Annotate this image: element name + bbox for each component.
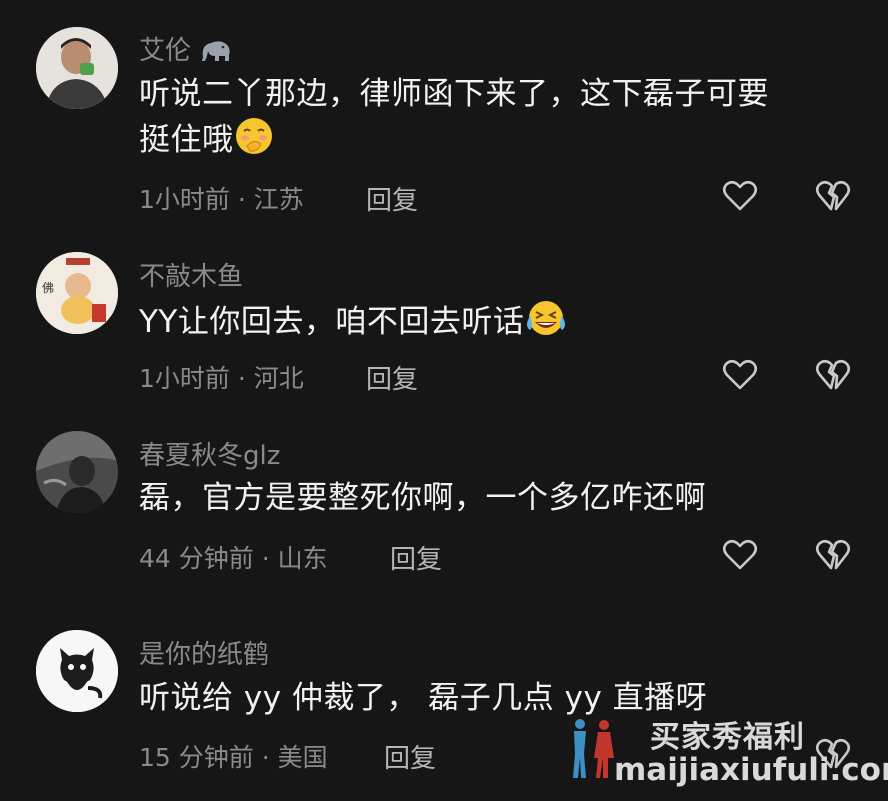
comment-text-line: 挺住哦 <box>139 122 234 158</box>
like-button[interactable] <box>722 538 758 572</box>
dislike-button[interactable] <box>815 538 851 572</box>
reply-button[interactable]: 回复 <box>390 539 442 576</box>
watermark-title: 买家秀福利 <box>650 720 805 755</box>
location: 河北 <box>253 364 304 393</box>
broken-heart-icon <box>815 359 851 390</box>
watermark-url: maijiaxiufuli.com <box>614 752 888 788</box>
reply-button[interactable]: 回复 <box>366 359 418 396</box>
reply-button[interactable]: 回复 <box>384 738 436 775</box>
comment-text[interactable]: 听说二丫那边，律师函下来了，这下磊子可要 挺住哦 <box>139 72 839 168</box>
comment-meta: 1小时前 · 河北 <box>139 364 304 393</box>
comment-text-line: 磊，官方是要整死你啊，一个多亿咋还啊 <box>139 480 706 516</box>
timestamp: 1小时前 <box>139 185 230 214</box>
avatar[interactable]: 佛 <box>36 252 118 334</box>
comment-text-line: YY让你回去，咱不回去听话 <box>139 304 525 340</box>
username[interactable]: 不敲木鱼 <box>139 256 243 293</box>
heart-icon <box>722 359 758 390</box>
timestamp: 15 分钟前 <box>139 743 254 772</box>
username[interactable]: 是你的纸鹤 <box>139 634 269 671</box>
comment-meta: 44 分钟前 · 山东 <box>139 544 328 573</box>
svg-text:佛: 佛 <box>42 281 54 295</box>
dislike-button[interactable] <box>815 179 851 213</box>
comment-text-line: 听说二丫那边，律师函下来了，这下磊子可要 <box>139 76 769 112</box>
broken-heart-icon <box>815 180 851 211</box>
comment-text[interactable]: 磊，官方是要整死你啊，一个多亿咋还啊 <box>139 476 839 520</box>
timestamp: 1小时前 <box>139 364 230 393</box>
comment-meta: 1小时前 · 江苏 <box>139 185 304 214</box>
dislike-button[interactable] <box>815 358 851 392</box>
comment-text[interactable]: YY让你回去，咱不回去听话 <box>139 298 839 350</box>
like-button[interactable] <box>722 179 758 213</box>
location: 山东 <box>277 544 328 573</box>
laughing-tears-emoji <box>524 298 566 350</box>
avatar[interactable] <box>36 27 118 109</box>
blush-hand-emoji <box>234 116 274 168</box>
heart-icon <box>722 539 758 570</box>
comment-text-line: 听说给 yy 仲裁了， 磊子几点 yy 直播呀 <box>139 680 708 716</box>
like-button[interactable] <box>722 358 758 392</box>
avatar[interactable] <box>36 431 118 513</box>
reply-button[interactable]: 回复 <box>366 180 418 217</box>
username[interactable]: 春夏秋冬glz <box>139 435 280 472</box>
broken-heart-icon <box>815 539 851 570</box>
comment-meta: 15 分钟前 · 美国 <box>139 743 328 772</box>
heart-icon <box>722 180 758 211</box>
timestamp: 44 分钟前 <box>139 544 254 573</box>
location: 江苏 <box>253 185 304 214</box>
avatar[interactable] <box>36 630 118 712</box>
elephant-icon <box>199 37 233 70</box>
username[interactable]: 艾伦 <box>139 30 233 70</box>
location: 美国 <box>277 743 328 772</box>
